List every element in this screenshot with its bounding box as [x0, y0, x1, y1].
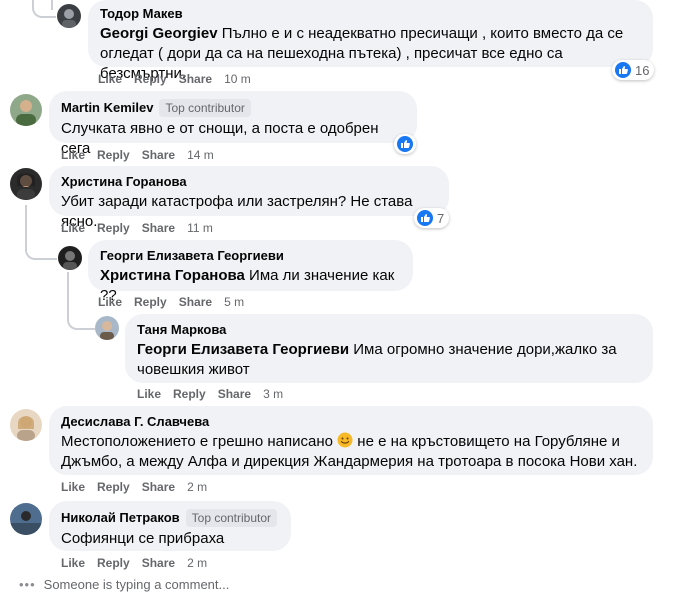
comment-author[interactable]: Тодор Макев: [100, 6, 641, 22]
share-button[interactable]: Share: [218, 387, 251, 401]
timestamp[interactable]: 5 m: [224, 295, 244, 309]
smiling-face-emoji: [337, 432, 353, 448]
timestamp[interactable]: 2 m: [187, 556, 207, 570]
typing-text: Someone is typing a comment...: [43, 577, 230, 592]
reaction-count[interactable]: [394, 134, 416, 154]
comment-author[interactable]: Георги Елизавета Георгиеви: [100, 248, 401, 264]
typing-indicator: ••• Someone is typing a comment...: [19, 577, 229, 592]
mention-link[interactable]: Христина Горанова: [100, 267, 245, 284]
reply-button[interactable]: Reply: [97, 148, 130, 162]
thread-line: [25, 238, 57, 260]
avatar[interactable]: [57, 4, 81, 28]
like-reaction-icon: [615, 62, 631, 78]
avatar[interactable]: [95, 316, 119, 340]
avatar[interactable]: [10, 168, 42, 200]
share-button[interactable]: Share: [142, 556, 175, 570]
share-button[interactable]: Share: [179, 72, 212, 86]
comment-actions: Like Reply Share 2 m: [61, 556, 219, 570]
timestamp[interactable]: 14 m: [187, 148, 214, 162]
comment-bubble: Martin Kemilev Top contributor Случката я…: [49, 91, 417, 157]
comment-actions: Like Reply Share 5 m: [98, 295, 256, 309]
share-button[interactable]: Share: [179, 295, 212, 309]
reaction-count[interactable]: 7: [414, 208, 450, 228]
share-button[interactable]: Share: [142, 148, 175, 162]
like-button[interactable]: Like: [98, 72, 122, 86]
comment-bubble: Христина Горанова Убит заради катастрофа…: [49, 166, 449, 230]
avatar[interactable]: [58, 246, 82, 270]
comment-actions: Like Reply Share 10 m: [98, 72, 263, 86]
comment-author[interactable]: Христина Горанова: [61, 174, 437, 190]
reply-button[interactable]: Reply: [97, 221, 130, 235]
comment-text: Местоположението е грешно написано не е …: [61, 432, 638, 470]
comment-author[interactable]: Николай Петраков: [61, 510, 180, 525]
typing-dots-icon: •••: [19, 577, 36, 592]
reply-button[interactable]: Reply: [134, 72, 167, 86]
like-button[interactable]: Like: [137, 387, 161, 401]
comment-text: Георги Елизавета Георгиеви Има огромно з…: [137, 341, 617, 378]
avatar[interactable]: [10, 94, 42, 126]
like-button[interactable]: Like: [61, 480, 85, 494]
like-reaction-icon: [417, 210, 433, 226]
like-reaction-icon: [397, 136, 413, 152]
timestamp[interactable]: 2 m: [187, 480, 207, 494]
reply-button[interactable]: Reply: [97, 480, 130, 494]
reaction-count[interactable]: 16: [612, 60, 655, 80]
comment-bubble: Георги Елизавета Георгиеви Христина Гора…: [88, 240, 413, 304]
mention-link[interactable]: Георги Елизавета Георгиеви: [137, 341, 349, 358]
avatar[interactable]: [10, 409, 42, 441]
timestamp[interactable]: 3 m: [263, 387, 283, 401]
comment-author[interactable]: Martin Kemilev: [61, 100, 153, 115]
timestamp[interactable]: 10 m: [224, 72, 251, 86]
comment-actions: Like Reply Share 3 m: [137, 387, 295, 401]
like-button[interactable]: Like: [61, 221, 85, 235]
comment-bubble: Таня Маркова Георги Елизавета Георгиеви …: [125, 314, 653, 383]
comment-author[interactable]: Таня Маркова: [137, 322, 641, 338]
comment-actions: Like Reply Share 11 m: [61, 221, 225, 235]
top-contributor-badge: Top contributor: [159, 99, 251, 117]
share-button[interactable]: Share: [142, 221, 175, 235]
comment-bubble: Десислава Г. Славчева Местоположението е…: [49, 406, 653, 475]
comment-actions: Like Reply Share 14 m: [61, 148, 226, 162]
comment-bubble: Тодор Макев Georgi Georgiev Пълно е и с …: [88, 0, 653, 82]
like-button[interactable]: Like: [98, 295, 122, 309]
mention-link[interactable]: Georgi Georgiev: [100, 25, 218, 42]
like-button[interactable]: Like: [61, 556, 85, 570]
comment-bubble: Николай Петраков Top contributor Софиянци…: [49, 501, 291, 551]
comment-text: Софиянци се прибраха: [61, 530, 225, 547]
reply-button[interactable]: Reply: [134, 295, 167, 309]
timestamp[interactable]: 11 m: [187, 221, 213, 235]
like-button[interactable]: Like: [61, 148, 85, 162]
reply-button[interactable]: Reply: [97, 556, 130, 570]
reply-button[interactable]: Reply: [173, 387, 206, 401]
thread-line: [32, 0, 56, 18]
avatar[interactable]: [10, 503, 42, 535]
share-button[interactable]: Share: [142, 480, 175, 494]
comment-author[interactable]: Десислава Г. Славчева: [61, 414, 641, 430]
comment-actions: Like Reply Share 2 m: [61, 480, 219, 494]
top-contributor-badge: Top contributor: [185, 509, 278, 527]
